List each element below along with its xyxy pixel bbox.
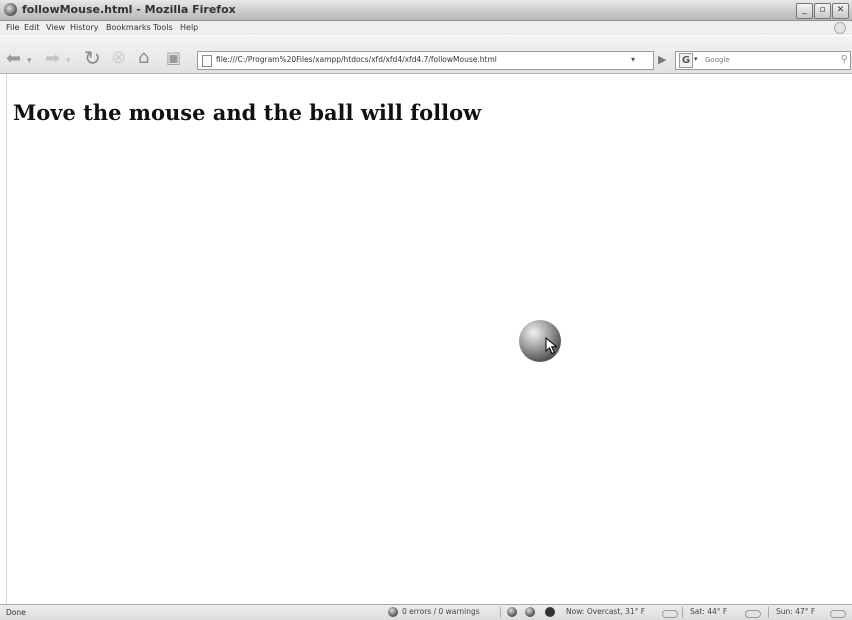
forward-dropdown-icon[interactable]: ▾ (66, 51, 71, 71)
search-engine-icon[interactable]: G (679, 53, 693, 68)
menu-file[interactable]: File (6, 23, 19, 32)
status-text: Done (6, 608, 26, 617)
url-dropdown-icon[interactable]: ▾ (631, 55, 635, 64)
page-content: Move the mouse and the ball will follow (6, 74, 847, 604)
search-input[interactable] (705, 53, 825, 66)
page-icon (202, 55, 212, 67)
menu-bookmarks[interactable]: Bookmarks (106, 23, 151, 32)
menu-history[interactable]: History (70, 23, 98, 32)
throbber-icon (834, 22, 846, 34)
back-dropdown-icon[interactable]: ▾ (27, 51, 32, 71)
cloud-icon (745, 610, 761, 618)
menu-tools[interactable]: Tools (153, 23, 173, 32)
window-title: followMouse.html - Mozilla Firefox (22, 3, 236, 16)
addon-icon[interactable] (545, 607, 555, 617)
error-console-icon[interactable] (388, 607, 398, 617)
status-bar: Done 0 errors / 0 warnings Now: Overcast… (0, 604, 852, 620)
page-heading: Move the mouse and the ball will follow (13, 100, 482, 125)
status-divider (500, 607, 501, 618)
cursor-icon (545, 337, 558, 355)
url-text[interactable]: file:///C:/Program%20Files/xampp/htdocs/… (216, 55, 497, 64)
home-icon[interactable]: ⌂ (138, 48, 149, 68)
addon-icon[interactable] (507, 607, 517, 617)
cloud-icon (830, 610, 846, 618)
navigation-toolbar: ⬅ ▾ ➡ ▾ ↻ ⊗ ⌂ ▣ file:///C:/Program%20Fil… (0, 36, 852, 74)
weather-sun[interactable]: Sun: 47° F (776, 607, 815, 616)
go-icon[interactable]: ▶ (658, 53, 666, 66)
addon-icon[interactable] (525, 607, 535, 617)
engine-dropdown-icon[interactable]: ▾ (694, 55, 698, 63)
url-bar[interactable]: file:///C:/Program%20Files/xampp/htdocs/… (197, 51, 654, 70)
back-icon[interactable]: ⬅ (6, 49, 21, 69)
error-count[interactable]: 0 errors / 0 warnings (402, 607, 480, 616)
menu-edit[interactable]: Edit (24, 23, 40, 32)
weather-now[interactable]: Now: Overcast, 31° F (566, 607, 645, 616)
forward-icon[interactable]: ➡ (45, 49, 60, 69)
cloud-icon (662, 610, 678, 618)
restore-button[interactable]: ▫ (814, 3, 831, 19)
close-button[interactable]: ✕ (832, 3, 849, 19)
bookmark-icon[interactable]: ▣ (166, 48, 181, 68)
firefox-icon (4, 3, 17, 16)
search-icon[interactable]: ⚲ (841, 54, 848, 65)
menu-bar: File Edit View History Bookmarks Tools H… (0, 21, 852, 35)
status-divider (682, 607, 683, 618)
reload-icon[interactable]: ↻ (84, 48, 101, 68)
stop-icon[interactable]: ⊗ (111, 48, 126, 68)
search-bar[interactable]: G ▾ ⚲ (675, 51, 851, 70)
menu-help[interactable]: Help (180, 23, 198, 32)
menu-view[interactable]: View (46, 23, 65, 32)
title-bar: followMouse.html - Mozilla Firefox _ ▫ ✕ (0, 0, 852, 21)
minimize-button[interactable]: _ (796, 3, 813, 19)
status-divider (768, 607, 769, 618)
weather-sat[interactable]: Sat: 44° F (690, 607, 727, 616)
